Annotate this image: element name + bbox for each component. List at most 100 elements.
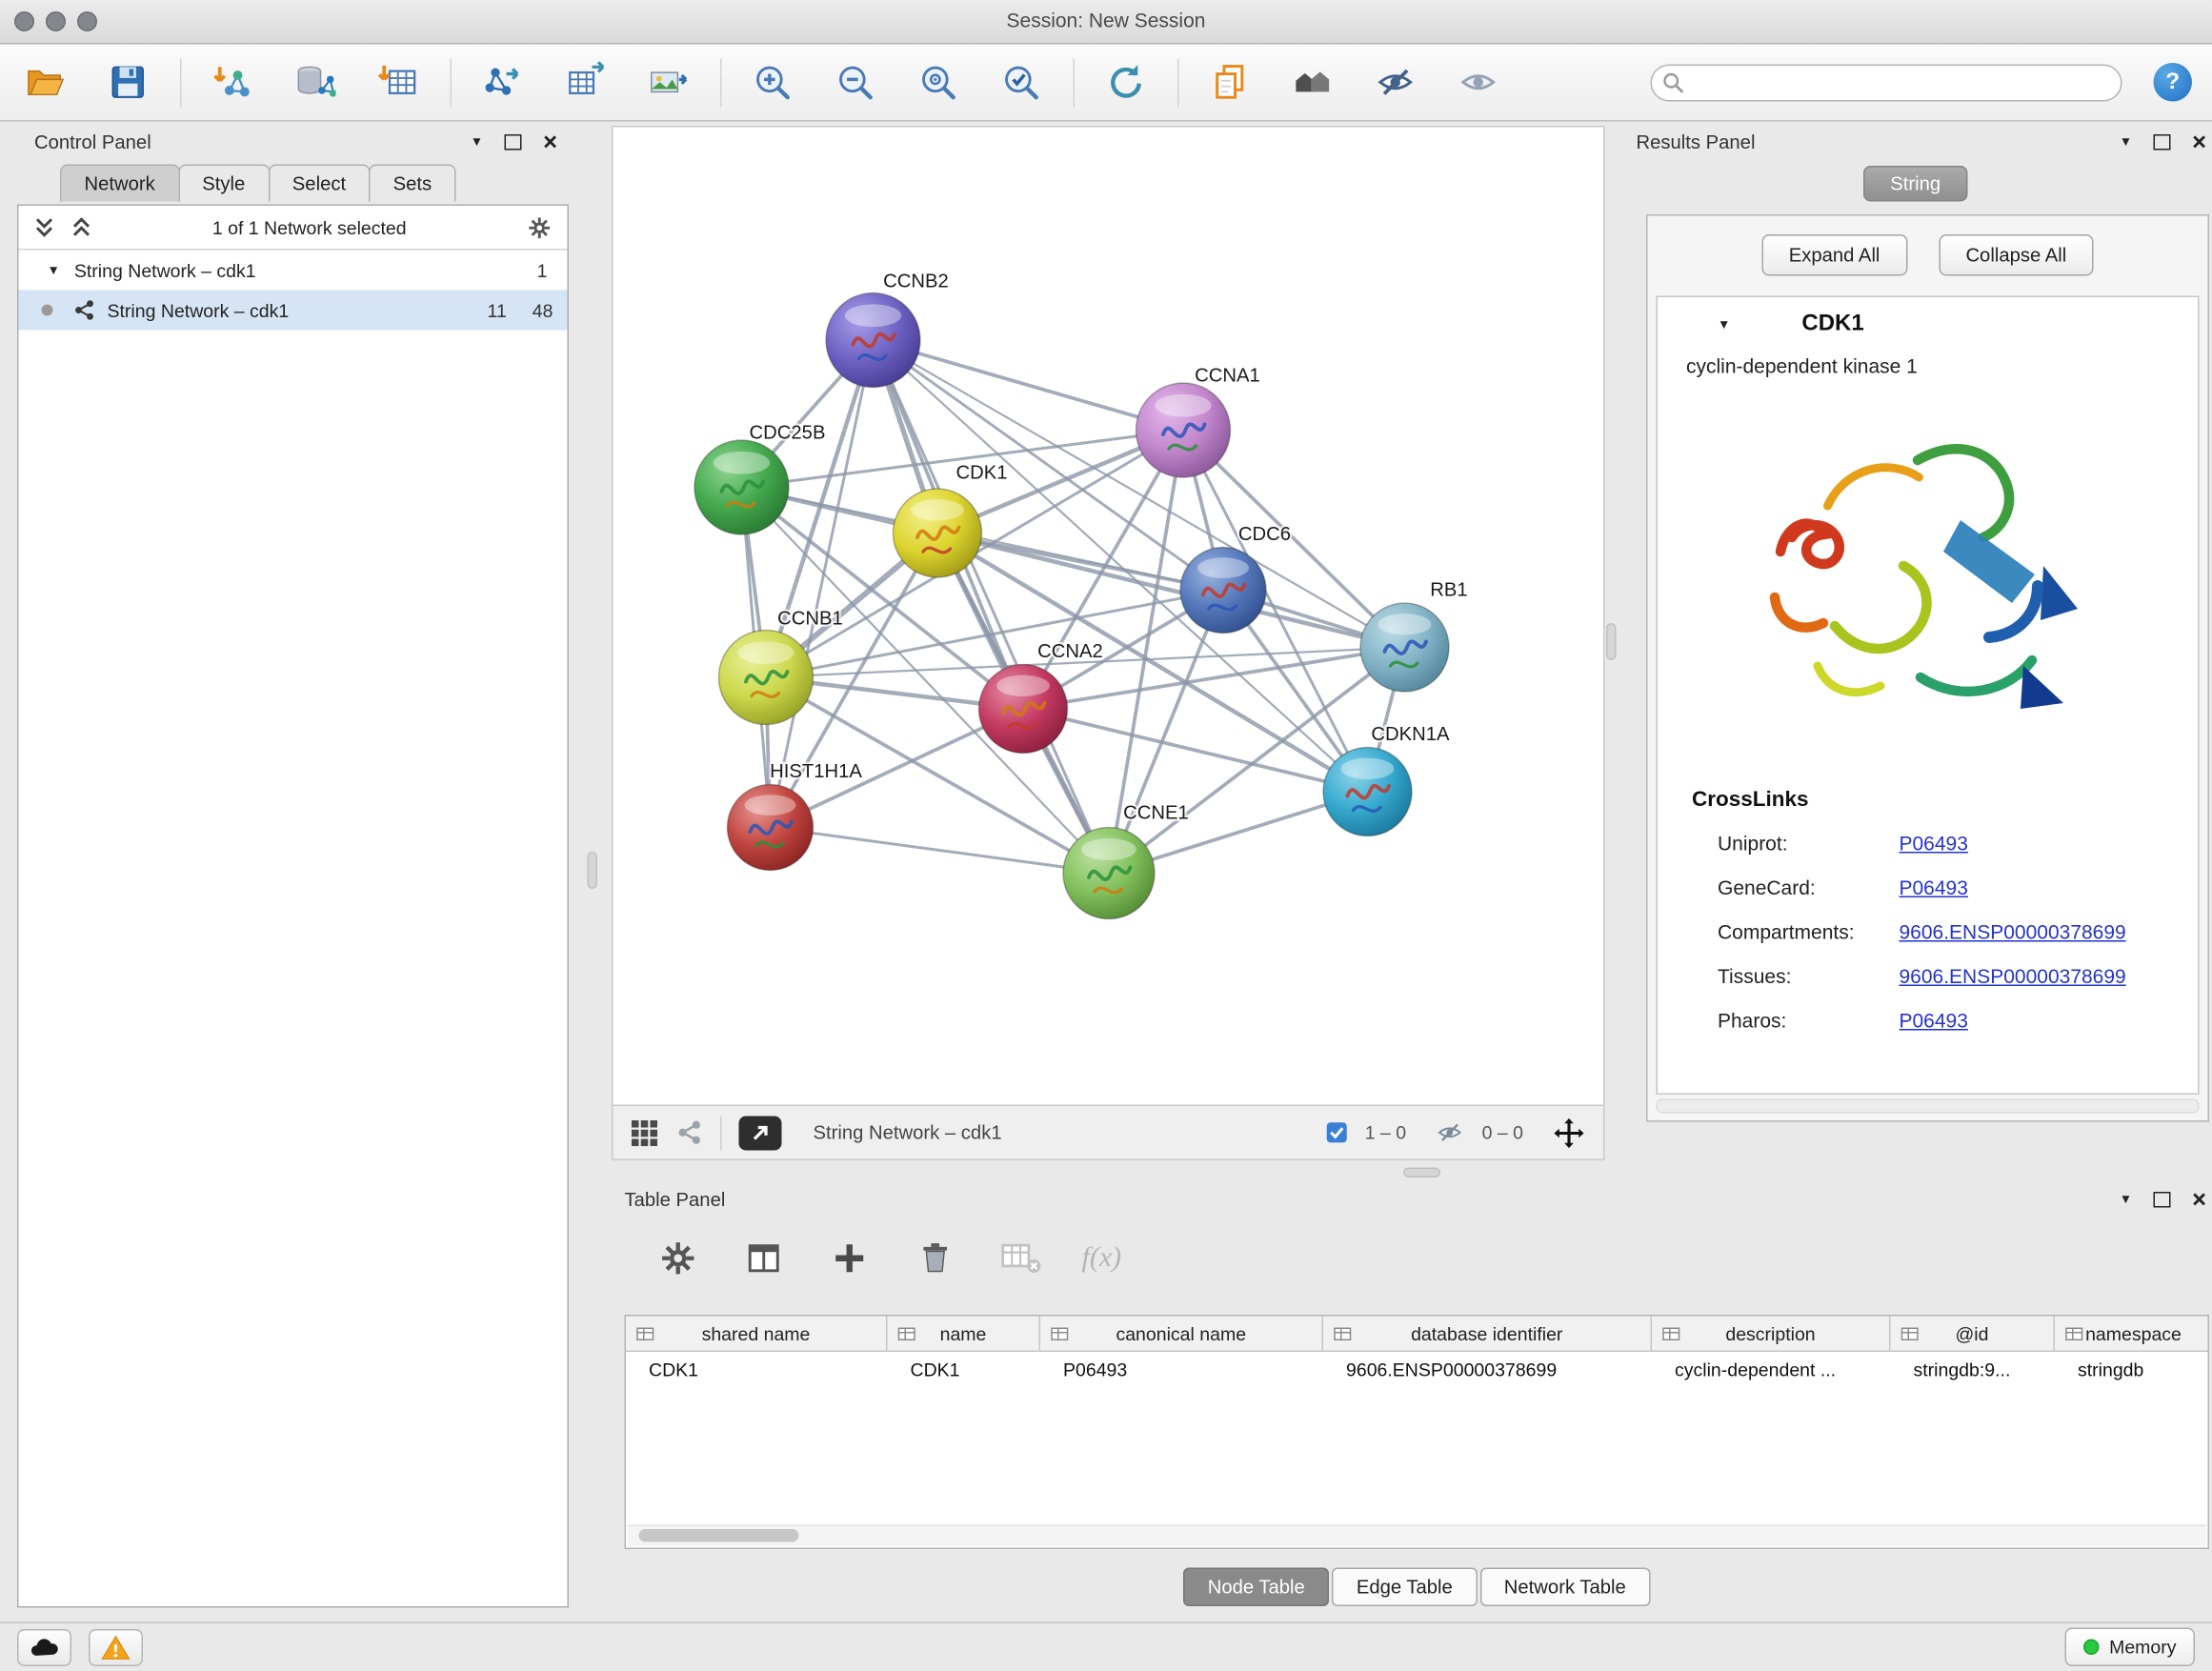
zoom-selected-button[interactable] xyxy=(996,58,1045,107)
network-node-CDC25B[interactable] xyxy=(694,440,789,534)
show-all-button[interactable] xyxy=(1454,58,1502,107)
crosslink-value-link[interactable]: P06493 xyxy=(1900,876,1968,898)
current-network-bullet xyxy=(42,305,53,316)
tab-edge-table[interactable]: Edge Table xyxy=(1332,1567,1477,1606)
hide-selected-button[interactable] xyxy=(1371,58,1419,107)
copy-document-button[interactable] xyxy=(1205,58,1254,107)
import-network-file-button[interactable] xyxy=(208,58,256,107)
column-header--id[interactable]: @id xyxy=(1891,1317,2056,1351)
memory-button[interactable]: Memory xyxy=(2065,1628,2195,1667)
first-neighbors-button[interactable] xyxy=(1288,58,1337,107)
table-panel-menu-icon[interactable]: ▼ xyxy=(2120,1192,2132,1206)
network-node-CCNB2[interactable] xyxy=(826,293,920,388)
bottom-splitter-grip[interactable] xyxy=(1403,1168,1440,1178)
results-panel-float-icon[interactable] xyxy=(2154,133,2171,150)
export-network-icon xyxy=(481,62,523,104)
right-splitter-grip[interactable] xyxy=(1606,623,1617,660)
tab-select[interactable]: Select xyxy=(268,165,370,202)
network-edge[interactable] xyxy=(771,340,874,828)
network-view: CCNB2CCNA1CDC25BCDK1CDC6RB1CCNB1CCNA2CDK… xyxy=(612,126,1605,1160)
column-header-namespace[interactable]: namespace xyxy=(2055,1317,2209,1351)
control-panel-menu-icon[interactable]: ▼ xyxy=(471,134,483,149)
table-settings-button[interactable] xyxy=(654,1234,702,1282)
crosslink-value-link[interactable]: P06493 xyxy=(1900,1008,1968,1031)
table-panel-float-icon[interactable] xyxy=(2154,1191,2171,1207)
help-button[interactable]: ? xyxy=(2154,63,2193,102)
column-type-icon xyxy=(1051,1325,1071,1342)
results-scrollbar[interactable] xyxy=(1657,1099,2200,1114)
expand-all-button[interactable]: Expand All xyxy=(1761,233,1907,275)
clear-table-button[interactable] xyxy=(996,1234,1045,1282)
results-panel-menu-icon[interactable]: ▼ xyxy=(2120,134,2132,149)
hidden-eye-slash-icon[interactable] xyxy=(1435,1120,1465,1145)
selected-checkbox-icon[interactable] xyxy=(1326,1122,1348,1144)
table-row[interactable]: CDK1CDK1P064939606.ENSP00000378699cyclin… xyxy=(626,1352,2208,1388)
network-edge[interactable] xyxy=(771,828,1110,874)
collapse-all-button[interactable]: Collapse All xyxy=(1939,233,2094,275)
cloud-status-button[interactable] xyxy=(17,1629,71,1666)
gene-disclosure-icon[interactable]: ▼ xyxy=(1718,317,1730,332)
network-node-CCNE1[interactable] xyxy=(1063,828,1155,919)
crosslink-value-link[interactable]: 9606.ENSP00000378699 xyxy=(1900,919,2126,942)
tab-string[interactable]: String xyxy=(1863,166,1968,202)
tab-style[interactable]: Style xyxy=(178,165,270,202)
function-builder-button[interactable]: f(x) xyxy=(1082,1241,1122,1275)
left-splitter-grip[interactable] xyxy=(588,852,598,889)
column-header-name[interactable]: name xyxy=(888,1317,1041,1351)
open-in-window-button[interactable] xyxy=(739,1116,782,1150)
export-network-button[interactable] xyxy=(477,58,526,107)
crosslink-value-link[interactable]: P06493 xyxy=(1900,831,1968,854)
save-session-button[interactable] xyxy=(103,58,151,107)
network-collection-row[interactable]: ▼ String Network – cdk1 1 xyxy=(19,251,568,291)
crosslink-value-link[interactable]: 9606.ENSP00000378699 xyxy=(1900,964,2126,987)
tab-network[interactable]: Network xyxy=(60,165,179,202)
network-node-CDK1[interactable] xyxy=(894,489,982,577)
network-options-gear-icon[interactable] xyxy=(526,213,553,241)
collapse-all-icon[interactable] xyxy=(33,216,56,239)
export-table-button[interactable] xyxy=(560,58,609,107)
collection-disclosure-icon[interactable]: ▼ xyxy=(48,263,60,277)
control-panel-close-icon[interactable]: × xyxy=(543,130,557,154)
tab-network-table[interactable]: Network Table xyxy=(1479,1567,1650,1606)
network-node-CCNA1[interactable] xyxy=(1136,383,1231,477)
network-node-CDKN1A[interactable] xyxy=(1323,748,1412,836)
import-network-database-button[interactable] xyxy=(291,58,339,107)
network-view-share-icon[interactable] xyxy=(676,1119,704,1147)
grid-view-icon[interactable] xyxy=(631,1118,659,1147)
network-graph[interactable]: CCNB2CCNA1CDC25BCDK1CDC6RB1CCNB1CCNA2CDK… xyxy=(613,128,1604,1105)
expand-all-icon[interactable] xyxy=(70,216,93,239)
import-table-button[interactable] xyxy=(373,58,422,107)
network-node-RB1[interactable] xyxy=(1360,603,1449,692)
network-node-CCNB1[interactable] xyxy=(719,631,814,725)
network-node-CDC6[interactable] xyxy=(1180,548,1266,634)
zoom-in-button[interactable] xyxy=(748,58,796,107)
network-node-HIST1H1A[interactable] xyxy=(728,785,814,871)
control-panel-float-icon[interactable] xyxy=(505,133,522,150)
delete-column-button[interactable] xyxy=(911,1234,959,1282)
warnings-button[interactable] xyxy=(89,1629,143,1666)
network-list-box: 1 of 1 Network selected ▼ String Network… xyxy=(17,205,569,1608)
pan-move-icon[interactable] xyxy=(1552,1116,1586,1150)
add-column-button[interactable] xyxy=(825,1234,874,1282)
tab-sets[interactable]: Sets xyxy=(369,165,456,202)
column-header-database-identifier[interactable]: database identifier xyxy=(1323,1317,1652,1351)
refresh-layout-button[interactable] xyxy=(1100,58,1149,107)
network-edge[interactable] xyxy=(874,340,1184,431)
table-scrollbar-thumb[interactable] xyxy=(639,1529,799,1542)
export-image-button[interactable] xyxy=(643,58,692,107)
tab-node-table[interactable]: Node Table xyxy=(1183,1567,1329,1606)
table-panel-close-icon[interactable]: × xyxy=(2192,1187,2206,1212)
network-node-CCNA2[interactable] xyxy=(979,665,1068,754)
table-scrollbar[interactable] xyxy=(628,1525,2207,1547)
zoom-out-button[interactable] xyxy=(831,58,879,107)
network-row-selected[interactable]: String Network – cdk1 11 48 xyxy=(19,291,568,331)
network-edge[interactable] xyxy=(874,340,1110,874)
zoom-fit-button[interactable] xyxy=(914,58,962,107)
column-header-shared-name[interactable]: shared name xyxy=(626,1317,888,1351)
search-input[interactable] xyxy=(1651,64,2122,101)
open-session-button[interactable] xyxy=(20,58,69,107)
show-columns-button[interactable] xyxy=(739,1234,788,1282)
column-header-description[interactable]: description xyxy=(1652,1317,1891,1351)
column-header-canonical-name[interactable]: canonical name xyxy=(1040,1317,1323,1351)
results-panel-close-icon[interactable]: × xyxy=(2192,130,2206,154)
